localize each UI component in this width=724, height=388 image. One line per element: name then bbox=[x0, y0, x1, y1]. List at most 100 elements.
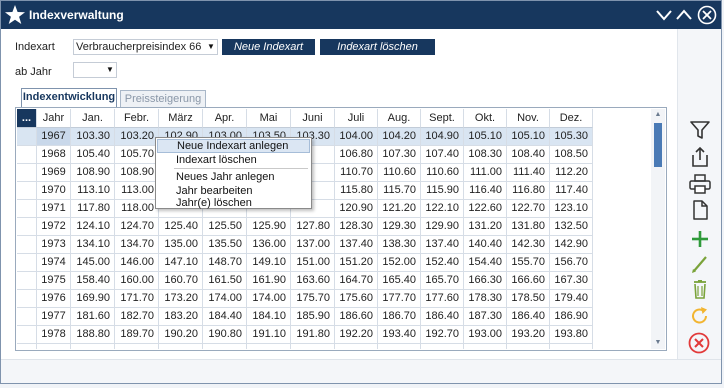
table-row[interactable]: 1967 103.30 103.20 102.90 103.00 103.50 103.30… bbox=[17, 128, 651, 146]
index-value-cell[interactable]: 175.60 bbox=[335, 290, 378, 308]
year-cell[interactable]: 1977 bbox=[37, 308, 71, 326]
index-value-cell[interactable]: 103.30 bbox=[71, 128, 115, 146]
index-value-cell[interactable]: 104.90 bbox=[421, 128, 464, 146]
index-value-cell[interactable]: 123.10 bbox=[550, 200, 593, 218]
year-cell[interactable]: 1978 bbox=[37, 326, 71, 344]
index-value-cell[interactable]: 121.20 bbox=[378, 200, 421, 218]
table-row[interactable]: 1973 134.10 134.70 135.00 135.50 136.00 137.00… bbox=[17, 236, 651, 254]
index-value-cell[interactable]: 146.00 bbox=[115, 254, 159, 272]
index-value-cell[interactable]: 179.40 bbox=[550, 290, 593, 308]
index-value-cell[interactable]: 189.70 bbox=[115, 326, 159, 344]
index-value-cell[interactable]: 116.40 bbox=[464, 182, 507, 200]
index-value-cell[interactable]: 115.90 bbox=[421, 182, 464, 200]
index-value-cell[interactable]: 155.70 bbox=[507, 254, 550, 272]
row-selector[interactable] bbox=[17, 182, 37, 200]
index-value-cell[interactable]: 193.00 bbox=[464, 326, 507, 344]
index-value-cell[interactable]: 103.20 bbox=[115, 128, 159, 146]
index-value-cell[interactable]: 131.20 bbox=[464, 218, 507, 236]
index-value-cell[interactable]: 128.30 bbox=[335, 218, 378, 236]
index-value-cell[interactable]: 110.70 bbox=[335, 164, 378, 182]
index-value-cell[interactable]: 104.00 bbox=[335, 128, 378, 146]
delete-icon[interactable] bbox=[688, 278, 712, 300]
index-value-cell[interactable]: 131.80 bbox=[507, 218, 550, 236]
index-value-cell[interactable]: 186.60 bbox=[335, 308, 378, 326]
table-row[interactable]: 1974 145.00 146.00 147.10 148.70 149.10 151.00… bbox=[17, 254, 651, 272]
edit-icon[interactable] bbox=[688, 253, 712, 275]
window-close-icon[interactable] bbox=[697, 5, 717, 25]
index-value-cell[interactable]: 192.20 bbox=[335, 326, 378, 344]
filter-icon[interactable] bbox=[688, 119, 712, 141]
delete-indexart-button[interactable]: Indexart löschen bbox=[320, 39, 435, 55]
index-value-cell[interactable]: 122.10 bbox=[421, 200, 464, 218]
index-value-cell[interactable]: 191.10 bbox=[247, 326, 291, 344]
index-value-cell[interactable]: 190.20 bbox=[159, 326, 203, 344]
table-options-button[interactable]: ... bbox=[17, 109, 37, 128]
vertical-scrollbar[interactable]: ▲ ▼ bbox=[651, 109, 665, 349]
table-row[interactable]: 1977 181.60 182.70 183.20 184.40 184.10 185.90… bbox=[17, 308, 651, 326]
index-value-cell[interactable]: 158.40 bbox=[71, 272, 115, 290]
year-cell[interactable]: 1969 bbox=[37, 164, 71, 182]
index-value-cell[interactable]: 138.30 bbox=[378, 236, 421, 254]
index-value-cell[interactable]: 125.50 bbox=[203, 218, 247, 236]
column-header[interactable]: Febr. bbox=[115, 109, 159, 128]
index-value-cell[interactable]: 152.00 bbox=[378, 254, 421, 272]
index-value-cell[interactable]: 193.40 bbox=[378, 326, 421, 344]
index-value-cell[interactable]: 108.30 bbox=[464, 146, 507, 164]
index-value-cell[interactable]: 169.90 bbox=[71, 290, 115, 308]
row-selector[interactable] bbox=[17, 254, 37, 272]
index-value-cell[interactable]: 137.40 bbox=[421, 236, 464, 254]
index-value-cell[interactable]: 186.40 bbox=[507, 308, 550, 326]
index-value-cell[interactable]: 181.60 bbox=[71, 308, 115, 326]
index-value-cell[interactable]: 111.40 bbox=[507, 164, 550, 182]
index-value-cell[interactable]: 177.70 bbox=[378, 290, 421, 308]
index-value-cell[interactable]: 174.00 bbox=[203, 290, 247, 308]
index-value-cell[interactable]: 117.80 bbox=[71, 200, 115, 218]
index-value-cell[interactable]: 152.40 bbox=[421, 254, 464, 272]
index-value-cell[interactable]: 129.30 bbox=[378, 218, 421, 236]
index-value-cell[interactable]: 113.10 bbox=[71, 182, 115, 200]
index-value-cell[interactable]: 108.90 bbox=[71, 164, 115, 182]
column-header[interactable]: Juli bbox=[335, 109, 378, 128]
column-header[interactable]: Juni bbox=[291, 109, 335, 128]
index-value-cell[interactable]: 165.40 bbox=[378, 272, 421, 290]
index-value-cell[interactable]: 124.10 bbox=[71, 218, 115, 236]
row-selector[interactable] bbox=[17, 218, 37, 236]
index-value-cell[interactable]: 105.30 bbox=[550, 128, 593, 146]
index-value-cell[interactable]: 184.40 bbox=[203, 308, 247, 326]
index-value-cell[interactable]: 151.00 bbox=[291, 254, 335, 272]
row-selector[interactable] bbox=[17, 290, 37, 308]
index-value-cell[interactable]: 132.50 bbox=[550, 218, 593, 236]
index-value-cell[interactable]: 191.80 bbox=[291, 326, 335, 344]
index-value-cell[interactable]: 160.00 bbox=[115, 272, 159, 290]
index-value-cell[interactable]: 110.60 bbox=[421, 164, 464, 182]
index-value-cell[interactable]: 135.00 bbox=[159, 236, 203, 254]
index-value-cell[interactable]: 140.40 bbox=[464, 236, 507, 254]
table-row[interactable]: 1976 169.90 171.70 173.20 174.00 174.00 175.70… bbox=[17, 290, 651, 308]
menu-item-edit-year[interactable]: Jahr bearbeiten bbox=[157, 184, 310, 198]
index-value-cell[interactable]: 173.20 bbox=[159, 290, 203, 308]
index-value-cell[interactable]: 164.70 bbox=[335, 272, 378, 290]
index-value-cell[interactable]: 115.70 bbox=[378, 182, 421, 200]
index-value-cell[interactable]: 163.60 bbox=[291, 272, 335, 290]
index-value-cell[interactable]: 142.30 bbox=[507, 236, 550, 254]
index-value-cell[interactable]: 107.30 bbox=[378, 146, 421, 164]
index-value-cell[interactable]: 104.20 bbox=[378, 128, 421, 146]
index-value-cell[interactable]: 185.90 bbox=[291, 308, 335, 326]
index-value-cell[interactable]: 187.30 bbox=[464, 308, 507, 326]
index-value-cell[interactable]: 105.10 bbox=[507, 128, 550, 146]
scroll-down-icon[interactable]: ▼ bbox=[651, 337, 665, 349]
row-selector[interactable] bbox=[17, 200, 37, 218]
menu-item-delete-indexart[interactable]: Indexart löschen bbox=[157, 153, 310, 167]
index-value-cell[interactable]: 186.40 bbox=[421, 308, 464, 326]
row-selector[interactable] bbox=[17, 308, 37, 326]
minimize-chevron-down-icon[interactable] bbox=[655, 6, 673, 24]
index-value-cell[interactable]: 186.90 bbox=[550, 308, 593, 326]
index-value-cell[interactable]: 156.70 bbox=[550, 254, 593, 272]
index-value-cell[interactable]: 125.40 bbox=[159, 218, 203, 236]
row-selector[interactable] bbox=[17, 128, 37, 146]
row-selector[interactable] bbox=[17, 164, 37, 182]
table-row[interactable]: 1972 124.10 124.70 125.40 125.50 125.90 127.80… bbox=[17, 218, 651, 236]
index-value-cell[interactable]: 127.80 bbox=[291, 218, 335, 236]
column-header[interactable]: Apr. bbox=[203, 109, 247, 128]
table-row[interactable]: 1978 188.80 189.70 190.20 190.80 191.10 191.80… bbox=[17, 326, 651, 344]
